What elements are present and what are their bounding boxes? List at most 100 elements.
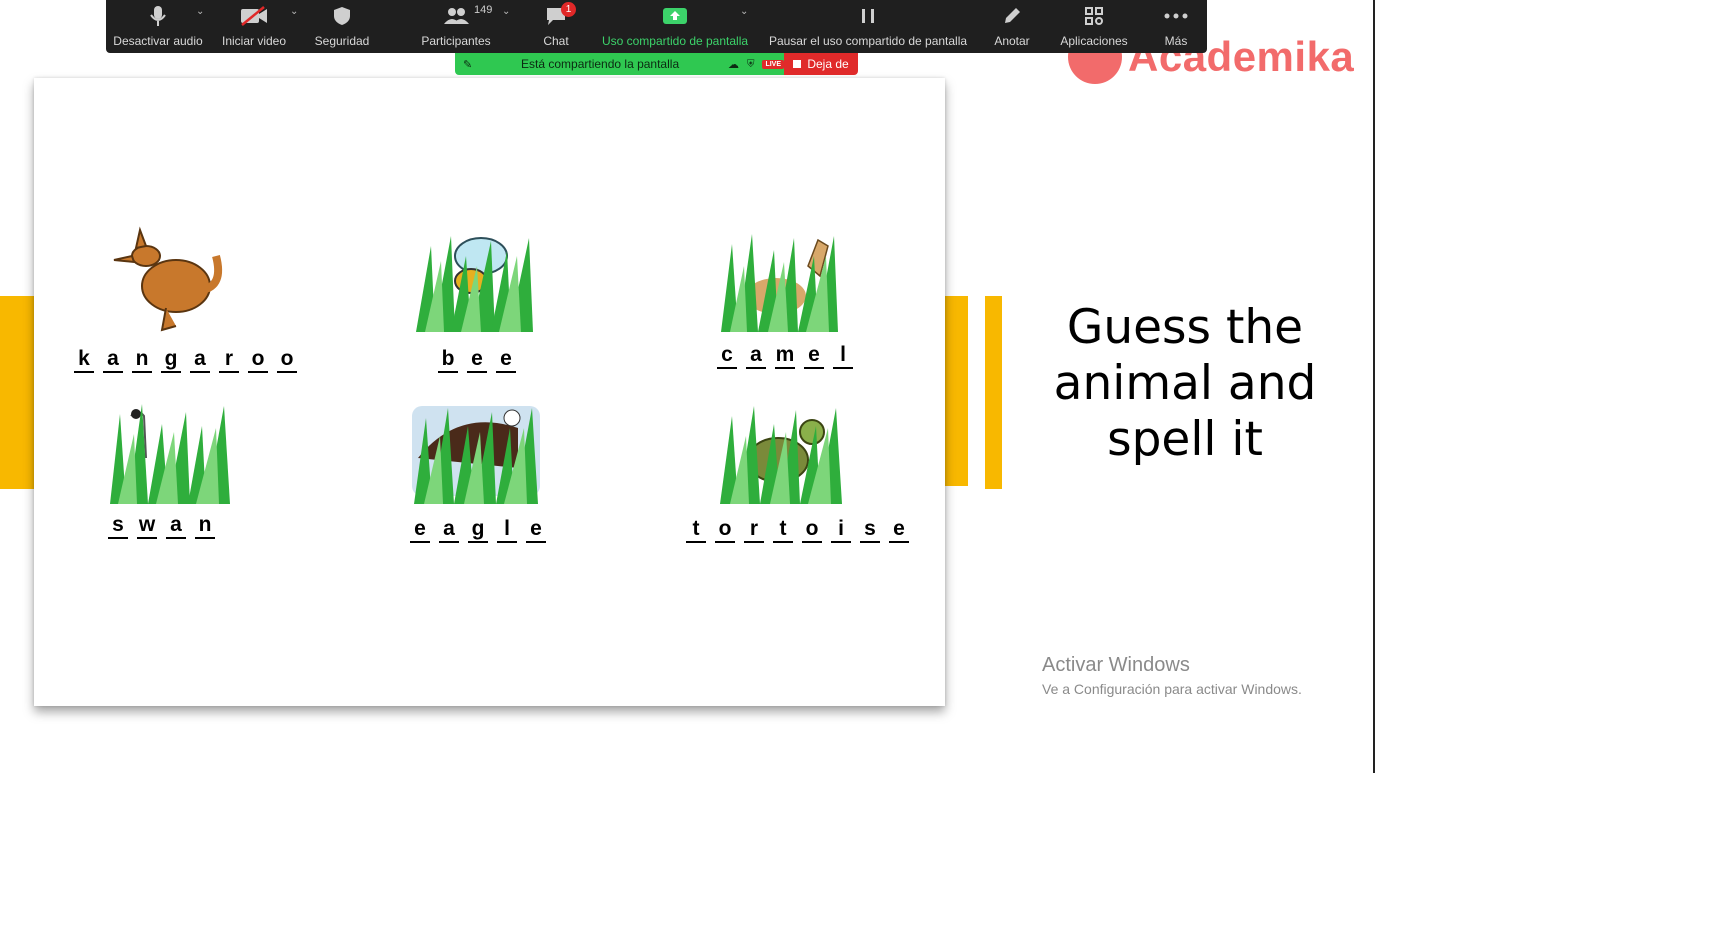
shield-check-icon: ⛨ [746, 58, 755, 70]
screen-sharing-banner: ✎ Está compartiendo la pantalla ☁ ⛨ LIVE… [455, 53, 858, 75]
letter-slot: g [161, 348, 181, 373]
screen-edge-divider [1373, 0, 1375, 773]
letter-slot: k [74, 348, 94, 373]
letter-slot: r [744, 518, 764, 543]
tortoise-word: t o r t o i s e [686, 518, 909, 543]
letter-slot: c [717, 344, 737, 369]
letter-slot: r [219, 348, 239, 373]
stop-square-icon [793, 60, 802, 68]
letter-slot: e [496, 348, 516, 373]
chat-unread-badge: 1 [561, 2, 576, 17]
share-screen-label: Uso compartido de pantalla [601, 34, 749, 48]
letter-slot: s [860, 518, 880, 543]
participants-label: Participantes [421, 34, 491, 48]
start-video-button[interactable]: ⌄ Iniciar video [216, 0, 298, 53]
more-button[interactable]: Más [1156, 0, 1196, 53]
more-label: Más [1164, 34, 1188, 48]
more-dots-icon [1164, 0, 1188, 32]
activation-subtitle: Ve a Configuración para activar Windows. [1042, 681, 1302, 697]
chevron-down-icon[interactable]: ⌄ [290, 6, 298, 17]
chat-button[interactable]: 1 Chat [526, 0, 586, 53]
chevron-down-icon[interactable]: ⌄ [196, 6, 204, 17]
swan-in-grass-image [106, 398, 236, 508]
letter-slot: e [410, 518, 430, 543]
stop-share-button[interactable]: Deja de [784, 53, 858, 75]
letter-slot: n [195, 514, 215, 539]
letter-slot: n [132, 348, 152, 373]
sharing-status[interactable]: ✎ Está compartiendo la pantalla ☁ ⛨ LIVE [455, 53, 784, 75]
letter-slot: l [497, 518, 517, 543]
letter-slot: a [103, 348, 123, 373]
slide-card: k a n g a r o o b e e c a m e l s w a n … [34, 78, 945, 706]
right-yellow-bar-1 [944, 296, 968, 486]
start-video-label: Iniciar video [221, 34, 287, 48]
activation-title: Activar Windows [1042, 654, 1190, 676]
camel-in-grass-image [716, 226, 846, 336]
apps-label: Aplicaciones [1060, 34, 1128, 48]
pause-share-label: Pausar el uso compartido de pantalla [768, 34, 968, 48]
letter-slot: t [686, 518, 706, 543]
video-off-icon [240, 0, 268, 32]
bee-word: b e e [438, 348, 516, 373]
annotate-button[interactable]: Anotar [984, 0, 1040, 53]
security-label: Seguridad [314, 34, 370, 48]
meeting-toolbar: ⌄ Desactivar audio ⌄ Iniciar video Segur… [106, 0, 1207, 53]
microphone-icon [150, 0, 166, 32]
live-tag: LIVE [762, 59, 784, 69]
annotate-label: Anotar [994, 34, 1030, 48]
shield-icon [333, 0, 351, 32]
letter-slot: i [831, 518, 851, 543]
letter-slot: a [439, 518, 459, 543]
slide-heading: Guess the animal and spell it [1053, 300, 1317, 467]
participants-count: 149 [474, 4, 493, 16]
apps-button[interactable]: Aplicaciones [1052, 0, 1136, 53]
share-screen-button[interactable]: ⌄ Uso compartido de pantalla [600, 0, 750, 53]
right-yellow-bar-2 [985, 296, 1002, 489]
letter-slot: o [277, 348, 297, 373]
pencil-icon [1002, 0, 1022, 32]
letter-slot: e [467, 348, 487, 373]
camel-word: c a m e l [717, 344, 853, 369]
letter-slot: o [802, 518, 822, 543]
kangaroo-image [106, 226, 236, 336]
letter-slot: t [773, 518, 793, 543]
apps-icon [1084, 0, 1104, 32]
share-screen-icon [662, 0, 688, 32]
letter-slot: a [166, 514, 186, 539]
mute-button[interactable]: ⌄ Desactivar audio [112, 0, 204, 53]
bee-in-grass-image [411, 226, 541, 336]
letter-slot: a [746, 344, 766, 369]
chevron-down-icon[interactable]: ⌄ [740, 6, 748, 17]
letter-slot: e [889, 518, 909, 543]
mute-label: Desactivar audio [113, 34, 203, 48]
swan-word: s w a n [108, 514, 215, 539]
sharing-status-text: Está compartiendo la pantalla [521, 57, 680, 71]
eagle-word: e a g l e [410, 518, 546, 543]
letter-slot: s [108, 514, 128, 539]
left-yellow-bar [0, 296, 36, 489]
drag-handle-icon[interactable]: ✎ [463, 58, 472, 71]
letter-slot: l [833, 344, 853, 369]
letter-slot: a [190, 348, 210, 373]
letter-slot: m [775, 344, 795, 369]
eagle-in-grass-image [408, 398, 544, 508]
security-button[interactable]: Seguridad [306, 0, 378, 53]
kangaroo-word: k a n g a r o o [74, 348, 297, 373]
pause-share-button[interactable]: Pausar el uso compartido de pantalla [768, 0, 968, 53]
stop-share-label: Deja de [807, 57, 849, 71]
pause-icon [860, 0, 876, 32]
participants-icon [442, 0, 470, 32]
cloud-icon: ☁ [727, 58, 739, 71]
letter-slot: b [438, 348, 458, 373]
letter-slot: w [137, 514, 157, 539]
participants-button[interactable]: 149 ⌄ Participantes [406, 0, 510, 53]
letter-slot: o [248, 348, 268, 373]
tortoise-in-grass-image [716, 398, 846, 508]
chevron-down-icon[interactable]: ⌄ [502, 6, 510, 17]
chat-label: Chat [543, 34, 569, 48]
chat-icon: 1 [545, 0, 576, 32]
letter-slot: o [715, 518, 735, 543]
letter-slot: g [468, 518, 488, 543]
letter-slot: e [804, 344, 824, 369]
windows-activation-watermark: Activar Windows Ve a Configuración para … [1042, 654, 1302, 697]
